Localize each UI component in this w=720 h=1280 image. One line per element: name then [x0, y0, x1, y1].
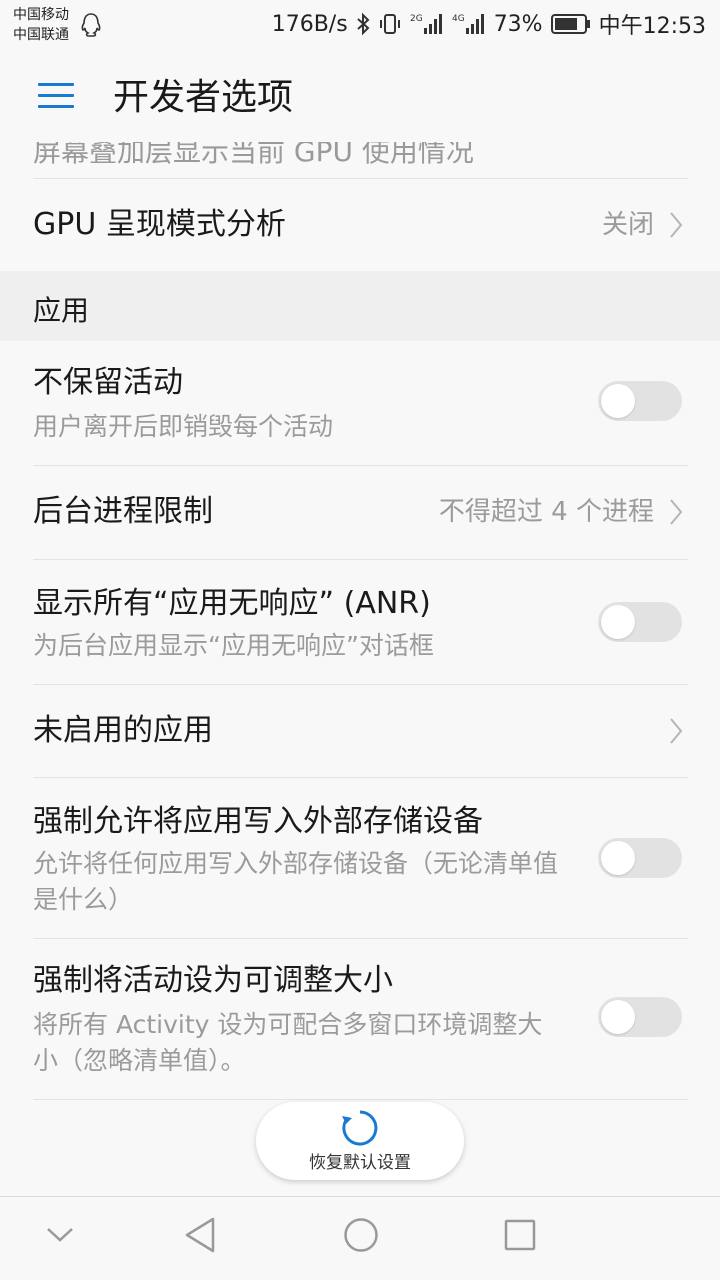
list-item-gpu-render-profile[interactable]: GPU 呈现模式分析 关闭 [0, 179, 720, 271]
battery-icon [550, 14, 590, 34]
carrier-2: 中国联通 [13, 27, 69, 43]
divider [33, 1099, 688, 1100]
list-item-subtitle: 将所有 Activity 设为可配合多窗口环境调整大小（忽略清单值）。 [33, 1010, 543, 1075]
carrier-1: 中国移动 [13, 7, 69, 23]
signal-4g-icon: 4G [452, 14, 484, 34]
signal-2g-icon: 2G [410, 14, 442, 34]
settings-list: 屏幕叠加层显示当前 GPU 使用情况 GPU 呈现模式分析 关闭 应用 不保留活… [0, 142, 720, 1100]
dont-keep-activities-toggle[interactable] [598, 381, 682, 421]
battery-percent: 73% [493, 11, 543, 37]
list-item-title: 未启用的应用 [33, 713, 213, 748]
list-item-value: 不得超过 4 个进程 [438, 497, 654, 527]
vibrate-icon [379, 14, 400, 34]
chevron-right-icon [670, 499, 683, 525]
qq-icon [81, 13, 101, 37]
list-item-title: GPU 呈现模式分析 [33, 207, 286, 242]
show-all-anr-toggle[interactable] [598, 602, 682, 642]
list-item-value: 关闭 [601, 210, 654, 240]
list-item-title: 强制允许将应用写入外部存储设备 [33, 804, 483, 839]
home-icon[interactable] [341, 1215, 381, 1255]
hide-nav-icon[interactable] [44, 1225, 76, 1245]
list-item-title: 后台进程限制 [33, 494, 213, 529]
status-right: 176B/s 2G 4G 73% 中午12:53 [272, 8, 706, 40]
refresh-icon [342, 1110, 378, 1146]
list-item-background-process-limit[interactable]: 后台进程限制 不得超过 4 个进程 [0, 466, 720, 559]
svg-text:4G: 4G [452, 14, 465, 24]
recents-icon[interactable] [502, 1215, 538, 1255]
list-item-title: 显示所有“应用无响应” (ANR) [33, 586, 431, 621]
net-speed: 176B/s [271, 11, 348, 37]
force-allow-external-storage-toggle[interactable] [598, 838, 682, 878]
menu-icon[interactable] [38, 81, 74, 111]
carrier-info: 中国移动 中国联通 [13, 5, 69, 45]
status-bar: 中国移动 中国联通 176B/s 2G 4G 73% 中午12:53 [0, 0, 720, 52]
list-item-gpu-overlay-partial[interactable]: 屏幕叠加层显示当前 GPU 使用情况 [0, 142, 720, 178]
app-bar: 开发者选项 [0, 52, 720, 142]
svg-text:2G: 2G [410, 14, 423, 24]
list-item-force-allow-external-storage[interactable]: 强制允许将应用写入外部存储设备 允许将任何应用写入外部存储设备（无论清单值是什么… [0, 778, 720, 938]
page-title: 开发者选项 [113, 77, 294, 118]
list-item-subtitle: 用户离开后即销毁每个活动 [33, 412, 334, 441]
restore-defaults-button[interactable]: 恢复默认设置 [256, 1102, 464, 1180]
restore-defaults-label: 恢复默认设置 [309, 1153, 411, 1173]
chevron-right-icon [670, 718, 683, 744]
list-item-show-all-anr[interactable]: 显示所有“应用无响应” (ANR) 为后台应用显示“应用无响应”对话框 [0, 560, 720, 684]
list-item-inactive-apps[interactable]: 未启用的应用 [0, 685, 720, 777]
list-item-subtitle: 允许将任何应用写入外部存储设备（无论清单值是什么） [33, 849, 559, 914]
force-resizable-activities-toggle[interactable] [598, 997, 682, 1037]
navigation-bar [0, 1196, 720, 1280]
chevron-right-icon [670, 212, 683, 238]
list-item-subtitle: 屏幕叠加层显示当前 GPU 使用情况 [33, 142, 474, 168]
section-label: 应用 [33, 294, 90, 327]
clock: 中午12:53 [598, 14, 706, 39]
list-item-force-resizable-activities[interactable]: 强制将活动设为可调整大小 将所有 Activity 设为可配合多窗口环境调整大小… [0, 939, 720, 1099]
section-header-apps: 应用 [0, 271, 720, 341]
back-icon[interactable] [182, 1215, 218, 1255]
list-item-title: 强制将活动设为可调整大小 [33, 963, 393, 998]
list-item-dont-keep-activities[interactable]: 不保留活动 用户离开后即销毁每个活动 [0, 341, 720, 465]
bluetooth-icon [357, 12, 370, 36]
list-item-title: 不保留活动 [33, 365, 183, 400]
list-item-subtitle: 为后台应用显示“应用无响应”对话框 [33, 631, 434, 660]
